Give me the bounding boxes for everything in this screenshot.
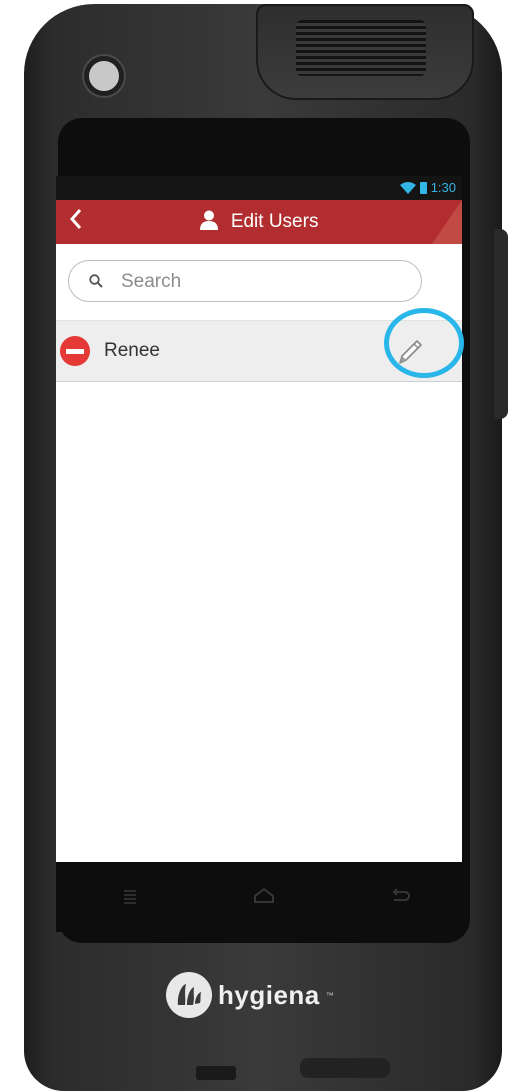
remove-user-button[interactable] [60,336,90,366]
camera-lens [84,56,124,96]
wifi-icon [399,181,416,194]
menu-icon[interactable] [118,884,142,908]
app-screen: 1:30 Edit Users Renee [56,176,462,862]
android-nav-bar [56,862,462,932]
speaker-cap [256,4,474,100]
status-bar: 1:30 [56,176,462,200]
battery-icon [419,181,427,194]
highlight-circle [384,308,464,378]
speaker-grille [296,20,426,76]
hygiena-logo-icon [166,972,212,1018]
person-icon [199,210,218,230]
connector-slot [196,1066,236,1080]
page-title: Edit Users [230,211,319,232]
user-name: Renee [104,340,160,361]
charging-port [300,1058,390,1078]
search-bar[interactable] [68,260,422,302]
status-time: 1:30 [430,180,456,195]
brand-logo: hygiena ™ [166,972,334,1018]
brand-name: hygiena [218,979,320,1010]
app-header: Edit Users [56,200,462,244]
side-button[interactable] [494,229,508,419]
back-icon[interactable] [388,884,412,908]
home-icon[interactable] [252,884,276,908]
search-icon [89,274,103,288]
trademark-symbol: ™ [325,990,334,1000]
search-input[interactable] [119,267,413,297]
